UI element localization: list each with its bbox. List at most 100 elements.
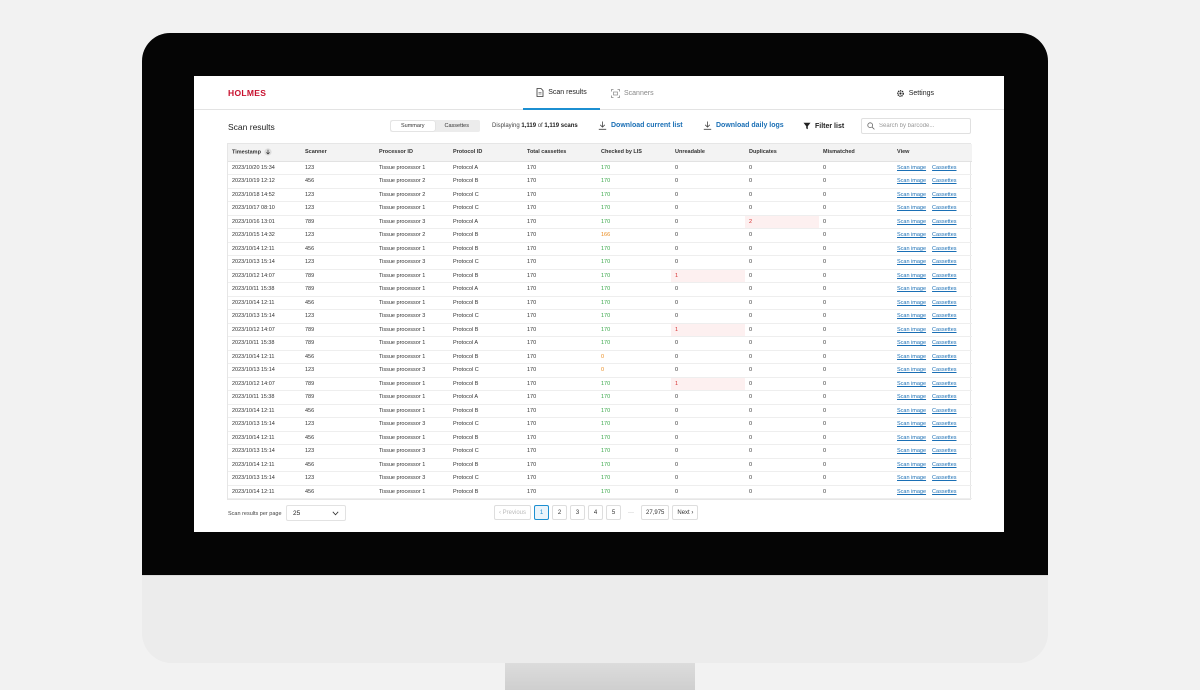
- scan-image-link[interactable]: Scan image: [897, 232, 926, 238]
- table-row[interactable]: 2023/10/16 13:01 789 Tissue processor 3 Pro…: [228, 215, 972, 229]
- cassettes-link[interactable]: Cassettes: [932, 178, 956, 184]
- column-header-scanner[interactable]: Scanner: [301, 144, 375, 162]
- table-row[interactable]: 2023/10/15 14:32 123 Tissue processor 2 Pro…: [228, 228, 972, 243]
- table-row[interactable]: 2023/10/14 12:11 456 Tissue processor 1 Pro…: [228, 296, 972, 310]
- table-row[interactable]: 2023/10/13 15:14 123 Tissue processor 3 Pro…: [228, 363, 972, 378]
- cassettes-link[interactable]: Cassettes: [932, 475, 956, 481]
- tab-scanners[interactable]: Scanners: [611, 76, 654, 110]
- download-daily-logs-button[interactable]: Download daily logs: [703, 121, 784, 130]
- scan-image-link[interactable]: Scan image: [897, 408, 926, 414]
- cassettes-link[interactable]: Cassettes: [932, 232, 956, 238]
- scan-image-link[interactable]: Scan image: [897, 286, 926, 292]
- scan-image-link[interactable]: Scan image: [897, 421, 926, 427]
- column-header-protocol-id[interactable]: Protocol ID: [449, 144, 523, 162]
- page-button-4[interactable]: 4: [588, 505, 604, 520]
- scan-image-link[interactable]: Scan image: [897, 462, 926, 468]
- cassettes-link[interactable]: Cassettes: [932, 340, 956, 346]
- brand-logo[interactable]: HOLMES: [228, 88, 266, 98]
- scan-image-link[interactable]: Scan image: [897, 354, 926, 360]
- table-row[interactable]: 2023/10/13 15:14 123 Tissue processor 3 Pro…: [228, 417, 972, 432]
- cassettes-link[interactable]: Cassettes: [932, 354, 956, 360]
- tab-scan-results[interactable]: Scan results: [523, 76, 600, 110]
- table-row[interactable]: 2023/10/12 14:07 789 Tissue processor 1 Pro…: [228, 323, 972, 337]
- scan-image-link[interactable]: Scan image: [897, 327, 926, 333]
- table-row[interactable]: 2023/10/11 15:38 789 Tissue processor 1 Pro…: [228, 336, 972, 351]
- column-header-mismatched[interactable]: Mismatched: [819, 144, 893, 162]
- scan-image-link[interactable]: Scan image: [897, 246, 926, 252]
- table-row[interactable]: 2023/10/19 12:12 456 Tissue processor 2 Pro…: [228, 174, 972, 189]
- cassettes-link[interactable]: Cassettes: [932, 246, 956, 252]
- cassettes-link[interactable]: Cassettes: [932, 489, 956, 495]
- scan-image-link[interactable]: Scan image: [897, 367, 926, 373]
- page-button-5[interactable]: 5: [606, 505, 622, 520]
- table-row[interactable]: 2023/10/11 15:38 789 Tissue processor 1 Pro…: [228, 282, 972, 297]
- table-row[interactable]: 2023/10/13 15:14 123 Tissue processor 3 Pro…: [228, 255, 972, 270]
- table-row[interactable]: 2023/10/14 12:11 456 Tissue processor 1 Pro…: [228, 404, 972, 418]
- cassettes-link[interactable]: Cassettes: [932, 381, 956, 387]
- scan-image-link[interactable]: Scan image: [897, 205, 926, 211]
- scan-image-link[interactable]: Scan image: [897, 300, 926, 306]
- scan-image-link[interactable]: Scan image: [897, 448, 926, 454]
- table-row[interactable]: 2023/10/14 12:11 456 Tissue processor 1 Pro…: [228, 242, 972, 256]
- cassettes-link[interactable]: Cassettes: [932, 408, 956, 414]
- scan-image-link[interactable]: Scan image: [897, 165, 926, 171]
- table-row[interactable]: 2023/10/13 15:14 123 Tissue processor 3 Pro…: [228, 309, 972, 324]
- cassettes-link[interactable]: Cassettes: [932, 205, 956, 211]
- settings-button[interactable]: Settings: [896, 76, 934, 110]
- scan-image-link[interactable]: Scan image: [897, 259, 926, 265]
- column-header-total-cassettes[interactable]: Total cassettes: [523, 144, 597, 162]
- cassettes-link[interactable]: Cassettes: [932, 462, 956, 468]
- segment-cassettes[interactable]: Cassettes: [435, 121, 479, 131]
- page-button-1[interactable]: 1: [534, 505, 550, 520]
- cassettes-link[interactable]: Cassettes: [932, 421, 956, 427]
- table-row[interactable]: 2023/10/14 12:11 456 Tissue processor 1 Pro…: [228, 350, 972, 364]
- column-header-processor-id[interactable]: Processor ID: [375, 144, 449, 162]
- table-row[interactable]: 2023/10/12 14:07 789 Tissue processor 1 Pro…: [228, 269, 972, 283]
- table-row[interactable]: 2023/10/17 08:10 123 Tissue processor 1 Pro…: [228, 201, 972, 216]
- scan-image-link[interactable]: Scan image: [897, 178, 926, 184]
- scan-image-link[interactable]: Scan image: [897, 340, 926, 346]
- table-row[interactable]: 2023/10/14 12:11 456 Tissue processor 1 Pro…: [228, 431, 972, 445]
- table-row[interactable]: 2023/10/13 15:14 123 Tissue processor 3 Pro…: [228, 471, 972, 486]
- scan-image-link[interactable]: Scan image: [897, 313, 926, 319]
- column-header-timestamp[interactable]: Timestamp: [228, 144, 301, 162]
- table-row[interactable]: 2023/10/14 12:11 456 Tissue processor 1 Pro…: [228, 458, 972, 472]
- table-row[interactable]: 2023/10/14 12:11 456 Tissue processor 1 Pro…: [228, 485, 972, 499]
- table-row[interactable]: 2023/10/13 15:14 123 Tissue processor 3 Pro…: [228, 444, 972, 459]
- table-row[interactable]: 2023/10/11 15:38 789 Tissue processor 1 Pro…: [228, 390, 972, 405]
- scan-image-link[interactable]: Scan image: [897, 394, 926, 400]
- cassettes-link[interactable]: Cassettes: [932, 286, 956, 292]
- cassettes-link[interactable]: Cassettes: [932, 327, 956, 333]
- cassettes-link[interactable]: Cassettes: [932, 165, 956, 171]
- scan-image-link[interactable]: Scan image: [897, 475, 926, 481]
- previous-page-button[interactable]: ‹ Previous: [494, 505, 532, 520]
- column-header-unreadable[interactable]: Unreadable: [671, 144, 745, 162]
- page-button-2[interactable]: 2: [552, 505, 568, 520]
- cassettes-link[interactable]: Cassettes: [932, 192, 956, 198]
- scan-image-link[interactable]: Scan image: [897, 192, 926, 198]
- segment-summary[interactable]: Summary: [391, 121, 435, 131]
- cassettes-link[interactable]: Cassettes: [932, 435, 956, 441]
- scan-image-link[interactable]: Scan image: [897, 381, 926, 387]
- cassettes-link[interactable]: Cassettes: [932, 219, 956, 225]
- cassettes-link[interactable]: Cassettes: [932, 273, 956, 279]
- cassettes-link[interactable]: Cassettes: [932, 313, 956, 319]
- per-page-select[interactable]: 25: [286, 505, 346, 521]
- sort-descending-icon[interactable]: [264, 148, 273, 156]
- cassettes-link[interactable]: Cassettes: [932, 367, 956, 373]
- cassettes-link[interactable]: Cassettes: [932, 448, 956, 454]
- download-current-list-button[interactable]: Download current list: [598, 121, 683, 130]
- page-button-3[interactable]: 3: [570, 505, 586, 520]
- cassettes-link[interactable]: Cassettes: [932, 300, 956, 306]
- table-row[interactable]: 2023/10/12 14:07 789 Tissue processor 1 Pro…: [228, 377, 972, 391]
- page-button-last[interactable]: 27,975: [641, 505, 670, 520]
- scan-image-link[interactable]: Scan image: [897, 273, 926, 279]
- search-input[interactable]: [879, 123, 969, 129]
- table-row[interactable]: 2023/10/20 15:34 123 Tissue processor 1 Pro…: [228, 161, 972, 175]
- next-page-button[interactable]: Next ›: [672, 505, 699, 520]
- column-header-duplicates[interactable]: Duplicates: [745, 144, 819, 162]
- cassettes-link[interactable]: Cassettes: [932, 259, 956, 265]
- column-header-checked-by-lis[interactable]: Checked by LIS: [597, 144, 671, 162]
- scan-image-link[interactable]: Scan image: [897, 219, 926, 225]
- table-row[interactable]: 2023/10/18 14:52 123 Tissue processor 2 Pro…: [228, 188, 972, 202]
